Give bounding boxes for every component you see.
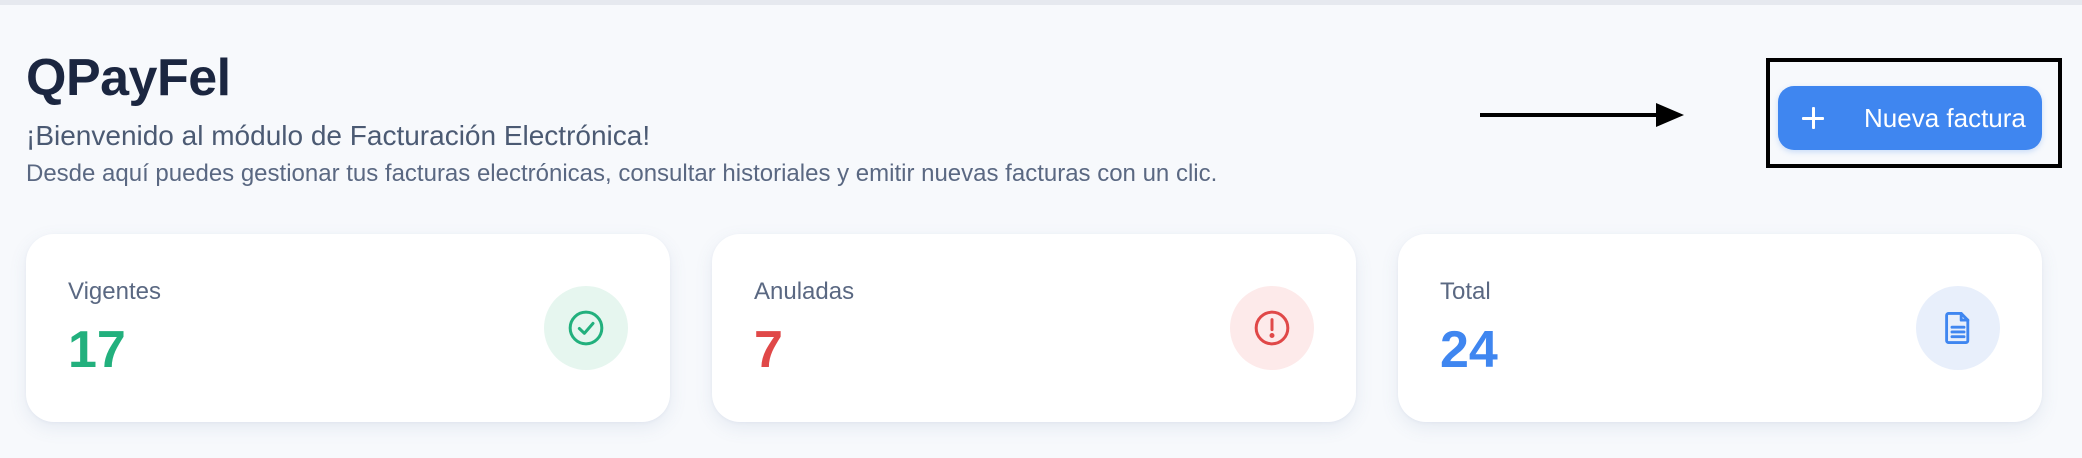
- top-divider: [0, 0, 2082, 5]
- page-title: QPayFel: [26, 49, 231, 107]
- welcome-message: ¡Bienvenido al módulo de Facturación Ele…: [26, 120, 651, 151]
- new-invoice-label: Nueva factura: [1864, 102, 2026, 133]
- check-circle-icon: [544, 286, 628, 370]
- new-invoice-button[interactable]: Nueva factura: [1778, 86, 2042, 150]
- stat-value: 7: [754, 321, 783, 379]
- stat-label: Anuladas: [754, 278, 855, 305]
- page-description: Desde aquí puedes gestionar tus facturas…: [26, 160, 1218, 187]
- alert-circle-icon: [1230, 286, 1314, 370]
- stat-value: 24: [1440, 321, 1498, 379]
- stat-value: 17: [68, 321, 126, 379]
- stat-label: Total: [1440, 278, 1491, 305]
- pointer-arrow-icon: [1480, 103, 1684, 127]
- plus-icon: [1802, 107, 1824, 129]
- stat-label: Vigentes: [68, 278, 161, 305]
- document-icon: [1916, 286, 2000, 370]
- stat-card-anuladas: Anuladas 7: [712, 234, 1356, 422]
- stat-card-total: Total 24: [1398, 234, 2042, 422]
- stat-card-vigentes: Vigentes 17: [26, 234, 670, 422]
